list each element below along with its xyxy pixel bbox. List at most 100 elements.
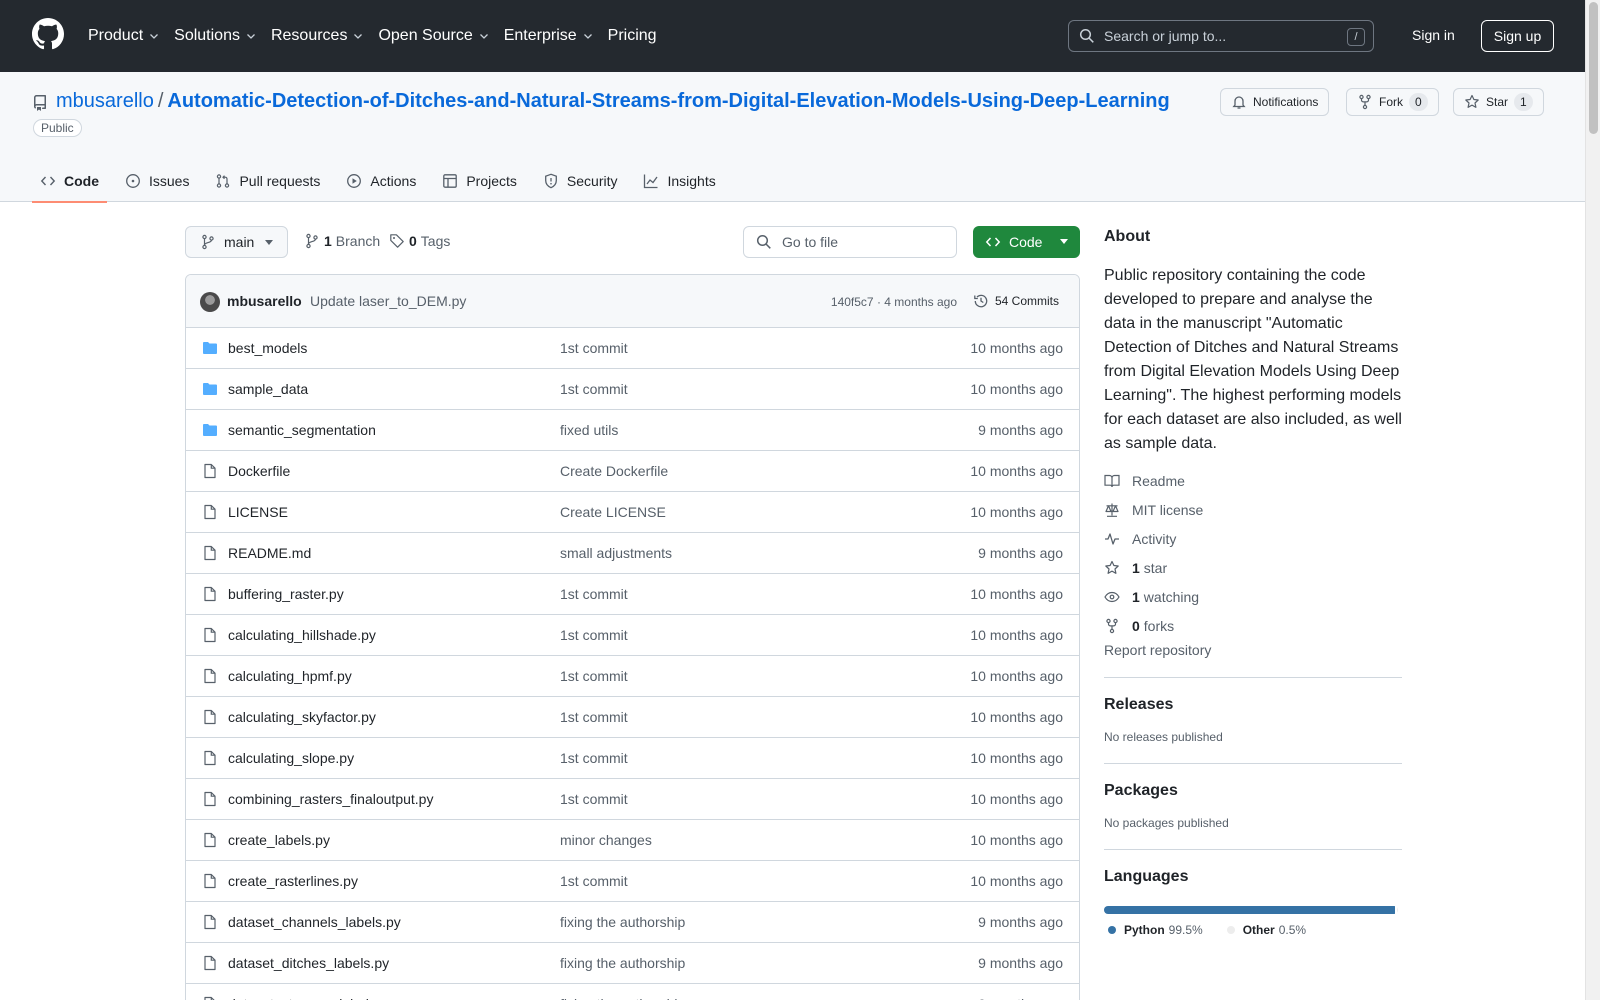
branches-link[interactable]: 1 Branch [304, 233, 380, 249]
file-name-link[interactable]: combining_rasters_finaloutput.py [228, 791, 433, 807]
file-name-link[interactable]: sample_data [228, 381, 308, 397]
packages-heading[interactable]: Packages [1104, 782, 1402, 800]
file-name-link[interactable]: semantic_segmentation [228, 422, 376, 438]
file-name-link[interactable]: calculating_slope.py [228, 750, 354, 766]
file-commit-message[interactable]: fixing the authorship [560, 914, 685, 930]
file-name-link[interactable]: Dockerfile [228, 463, 290, 479]
nav-label: Pricing [607, 27, 657, 44]
file-commit-message[interactable]: 1st commit [560, 873, 628, 889]
fork-button[interactable]: Fork 0 [1346, 88, 1439, 116]
file-name-link[interactable]: buffering_raster.py [228, 586, 344, 602]
table-row[interactable]: dataset_streams_labels.py fixing the auth… [186, 984, 1079, 1000]
table-row[interactable]: README.md small adjustments 9 months ago [186, 533, 1079, 574]
commit-author[interactable]: mbusarello [227, 293, 302, 309]
file-name-link[interactable]: calculating_skyfactor.py [228, 709, 376, 725]
nav-solutions[interactable]: Solutions [174, 27, 257, 45]
tags-link[interactable]: 0 Tags [389, 233, 450, 249]
go-to-file-input[interactable]: Go to file [743, 226, 957, 258]
file-commit-message[interactable]: 1st commit [560, 381, 628, 397]
file-name-link[interactable]: dataset_channels_labels.py [228, 914, 401, 930]
table-row[interactable]: sample_data 1st commit 10 months ago [186, 369, 1079, 410]
table-row[interactable]: calculating_slope.py 1st commit 10 months … [186, 738, 1079, 779]
releases-heading[interactable]: Releases [1104, 696, 1402, 714]
tab-projects[interactable]: Projects [434, 160, 525, 202]
file-name-link[interactable]: README.md [228, 545, 311, 561]
code-dropdown-button[interactable]: Code [973, 226, 1080, 258]
nav-product[interactable]: Product [88, 27, 160, 45]
repo-name-link[interactable]: Automatic-Detection-of-Ditches-and-Natur… [167, 90, 1169, 112]
commits-link[interactable]: 54 Commits [973, 293, 1059, 309]
file-commit-message[interactable]: 1st commit [560, 627, 628, 643]
file-commit-message[interactable]: 1st commit [560, 709, 628, 725]
file-commit-message[interactable]: 1st commit [560, 340, 628, 356]
table-row[interactable]: calculating_hpmf.py 1st commit 10 months a… [186, 656, 1079, 697]
license-link[interactable]: MIT license [1104, 495, 1402, 524]
sign-up-button[interactable]: Sign up [1481, 20, 1554, 52]
file-icon [204, 750, 216, 766]
about-description: Public repository containing the code de… [1104, 267, 1402, 452]
language-item[interactable]: Other 0.5% [1226, 923, 1306, 937]
file-name-link[interactable]: dataset_streams_labels.py [228, 996, 395, 1000]
activity-link[interactable]: Activity [1104, 524, 1402, 553]
global-search-input[interactable]: Search or jump to... / [1068, 20, 1374, 52]
tab-pull-requests[interactable]: Pull requests [207, 160, 328, 202]
readme-link[interactable]: Readme [1104, 466, 1402, 495]
table-row[interactable]: semantic_segmentation fixed utils 9 months… [186, 410, 1079, 451]
file-commit-message[interactable]: fixing the authorship [560, 996, 685, 1000]
github-logo-icon[interactable] [32, 18, 64, 50]
tab-issues[interactable]: Issues [117, 160, 197, 202]
tab-actions[interactable]: Actions [338, 160, 424, 202]
branch-select-button[interactable]: main [185, 226, 288, 258]
nav-pricing[interactable]: Pricing [608, 27, 657, 45]
file-name-link[interactable]: best_models [228, 340, 307, 356]
file-commit-message[interactable]: minor changes [560, 832, 652, 848]
tab-code[interactable]: Code [32, 160, 107, 203]
file-name-link[interactable]: create_labels.py [228, 832, 330, 848]
file-commit-message[interactable]: 1st commit [560, 586, 628, 602]
table-row[interactable]: buffering_raster.py 1st commit 10 months a… [186, 574, 1079, 615]
watching-link[interactable]: 1 watching [1104, 582, 1402, 611]
nav-open-source[interactable]: Open Source [378, 27, 489, 45]
table-row[interactable]: dataset_ditches_labels.py fixing the auth… [186, 943, 1079, 984]
file-commit-message[interactable]: Create LICENSE [560, 504, 666, 520]
tab-security[interactable]: Security [535, 160, 626, 202]
language-item[interactable]: Python 99.5% [1108, 923, 1203, 937]
commit-message[interactable]: Update laser_to_DEM.py [310, 293, 466, 309]
avatar[interactable] [200, 292, 220, 312]
commit-hash-age[interactable]: 140f5c7 · 4 months ago [831, 295, 957, 309]
file-name-link[interactable]: calculating_hpmf.py [228, 668, 352, 684]
file-commit-message[interactable]: small adjustments [560, 545, 672, 561]
sign-in-link[interactable]: Sign in [1412, 27, 1455, 43]
table-row[interactable]: combining_rasters_finaloutput.py 1st comm… [186, 779, 1079, 820]
star-button[interactable]: Star 1 [1453, 88, 1544, 116]
table-row[interactable]: best_models 1st commit 10 months ago [186, 328, 1079, 369]
repo-owner-link[interactable]: mbusarello [56, 90, 154, 112]
nav-enterprise[interactable]: Enterprise [504, 27, 594, 45]
nav-resources[interactable]: Resources [271, 27, 364, 45]
file-commit-message[interactable]: 1st commit [560, 750, 628, 766]
table-row[interactable]: LICENSE Create LICENSE 10 months ago [186, 492, 1079, 533]
file-name-link[interactable]: calculating_hillshade.py [228, 627, 376, 643]
table-row[interactable]: Dockerfile Create Dockerfile 10 months ago [186, 451, 1079, 492]
table-row[interactable]: calculating_skyfactor.py 1st commit 10 mon… [186, 697, 1079, 738]
file-name-link[interactable]: LICENSE [228, 504, 288, 520]
caret-down-icon [265, 240, 273, 245]
file-commit-message[interactable]: 1st commit [560, 791, 628, 807]
table-row[interactable]: create_rasterlines.py 1st commit 10 months… [186, 861, 1079, 902]
file-commit-message[interactable]: fixed utils [560, 422, 618, 438]
scrollbar-thumb[interactable] [1589, 2, 1598, 134]
table-row[interactable]: dataset_channels_labels.py fixing the aut… [186, 902, 1079, 943]
forks-link[interactable]: 0 forks [1104, 611, 1402, 640]
stars-link[interactable]: 1 star [1104, 553, 1402, 582]
file-name-link[interactable]: create_rasterlines.py [228, 873, 358, 889]
file-name-link[interactable]: dataset_ditches_labels.py [228, 955, 389, 971]
table-row[interactable]: calculating_hillshade.py 1st commit 10 mon… [186, 615, 1079, 656]
report-repository-link[interactable]: Report repository [1104, 642, 1402, 658]
notifications-button[interactable]: Notifications [1220, 88, 1330, 116]
file-commit-message[interactable]: fixing the authorship [560, 955, 685, 971]
page-scrollbar[interactable] [1585, 0, 1600, 1000]
tab-insights[interactable]: Insights [635, 160, 723, 202]
table-row[interactable]: create_labels.py minor changes 10 months a… [186, 820, 1079, 861]
file-commit-message[interactable]: Create Dockerfile [560, 463, 668, 479]
file-commit-message[interactable]: 1st commit [560, 668, 628, 684]
